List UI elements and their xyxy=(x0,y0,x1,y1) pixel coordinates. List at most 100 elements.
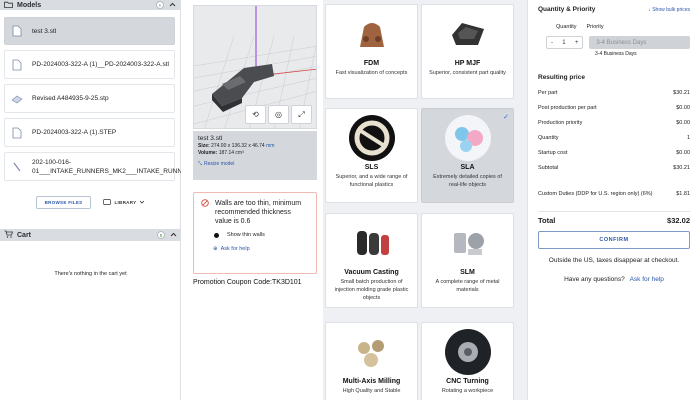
models-header-label: Models xyxy=(17,1,42,9)
model-item[interactable]: 202-100-016-01___INTAKE_RUNNERS_MK2___IN… xyxy=(4,152,214,181)
vacuum-casting-image xyxy=(349,220,395,266)
radio-dot-icon[interactable] xyxy=(214,232,219,238)
increment-button[interactable]: + xyxy=(575,40,579,46)
fdm-image xyxy=(349,11,395,57)
priority-select[interactable]: 3-4 Business Days xyxy=(589,36,690,49)
library-dropdown[interactable]: LIBRARY xyxy=(103,199,145,206)
tech-card-sla[interactable]: ✓ SLA Extremely detailed copies of real-… xyxy=(421,108,514,203)
price-row: Quantity 1 xyxy=(538,135,690,150)
tech-title: FDM xyxy=(363,60,380,67)
decrement-button[interactable]: - xyxy=(551,40,553,46)
library-label: LIBRARY xyxy=(114,200,137,205)
tech-desc: Superior, consistent part quality xyxy=(429,70,506,76)
resize-icon: ⤡ xyxy=(198,161,203,167)
price-label: Quantity xyxy=(538,135,559,141)
model-name: Revised A484935-9-25.stp xyxy=(32,95,109,102)
tech-desc: Superior, and a wide range of functional… xyxy=(335,174,408,188)
left-panel: Models + test 3.stl PD-2024003-322-A (1)… xyxy=(0,0,214,400)
quantity-priority-controls: - 1 + 3-4 Business Days xyxy=(538,36,690,49)
slm-image xyxy=(445,220,491,266)
tech-card-cnc-turning[interactable]: CNC Turning Rotating a workpiece xyxy=(421,322,514,400)
file-icon xyxy=(10,126,24,140)
price-label: Post production per part xyxy=(538,105,597,111)
tech-desc: Small batch production of injection mold… xyxy=(334,279,409,301)
show-thin-walls-option[interactable]: Show thin walls xyxy=(201,232,309,238)
cart-icon xyxy=(4,230,14,240)
models-header[interactable]: Models + xyxy=(0,0,180,10)
model-size: Size: 274.00 x 136.32 x 46.74 mm xyxy=(198,143,312,150)
tech-card-fdm[interactable]: FDM Fast visualization of concepts xyxy=(325,4,418,99)
price-label: Per part xyxy=(538,90,558,96)
resize-model-link[interactable]: ⤡ Resize model xyxy=(198,161,312,168)
model-list: test 3.stl PD-2024003-322-A (1)__PD-2024… xyxy=(4,17,214,186)
questions-text: Have any questions? xyxy=(564,276,625,283)
price-value: $0.00 xyxy=(676,150,690,156)
price-row: Per part $30.21 xyxy=(538,90,690,105)
add-model-icon[interactable]: + xyxy=(156,1,164,9)
price-row: Startup cost $0.00 xyxy=(538,150,690,165)
questions-row: Have any questions? Ask for help xyxy=(538,276,690,283)
arrow-down-icon: ↓ xyxy=(648,6,651,13)
customs-value: $1.81 xyxy=(676,191,690,197)
technology-grid: FDM Fast visualization of concepts HP MJ… xyxy=(323,0,515,400)
size-unit-dropdown[interactable]: mm xyxy=(266,143,274,149)
quantity-value[interactable]: 1 xyxy=(562,40,565,46)
model-item[interactable]: PD-2024003-322-A (1).STEP xyxy=(4,118,175,147)
file-icon xyxy=(10,58,24,72)
expand-icon[interactable]: ⤢ xyxy=(291,105,312,124)
quantity-label: Quantity xyxy=(556,24,577,30)
chevron-up-icon[interactable] xyxy=(170,232,177,239)
promotion-coupon: Promotion Coupon Code:TK3D101 xyxy=(193,279,302,286)
chevron-up-icon[interactable] xyxy=(169,2,176,9)
customs-row: Custom Duties (DDP for U.S. region only)… xyxy=(538,190,690,211)
tech-desc: High Quality and Stable xyxy=(342,388,401,394)
total-value: $32.02 xyxy=(667,216,690,225)
quantity-stepper[interactable]: - 1 + xyxy=(546,36,584,49)
tech-title: HP MJF xyxy=(454,60,481,67)
browse-row: BROWSE FILES LIBRARY xyxy=(0,196,181,209)
tech-card-slm[interactable]: SLM A complete range of metal materials xyxy=(421,213,514,308)
price-value: $30.21 xyxy=(673,165,690,171)
size-label: Size: xyxy=(198,143,210,149)
rotate-icon[interactable]: ⟲ xyxy=(245,105,266,124)
price-value: $0.00 xyxy=(676,120,690,126)
model-info: test 3.stl Size: 274.00 x 136.32 x 46.74… xyxy=(193,131,317,180)
cart-empty-text: There's nothing in the cart yet xyxy=(54,271,127,277)
price-value: $0.00 xyxy=(676,105,690,111)
price-value: $30.21 xyxy=(673,90,690,96)
thin-walls-warning: Walls are too thin, minimum recommended … xyxy=(193,192,317,274)
model-detail-panel: ⟲ ◎ ⤢ test 3.stl Size: 274.00 x 136.32 x… xyxy=(181,0,323,400)
tech-card-vacuum-casting[interactable]: Vacuum Casting Small batch production of… xyxy=(325,213,418,308)
tech-desc: Extremely detailed copies of real-life o… xyxy=(433,174,502,188)
confirm-button[interactable]: CONFIRM xyxy=(538,231,690,249)
volume-label: Volume: xyxy=(198,150,218,156)
file-icon xyxy=(10,24,24,38)
resulting-price-title: Resulting price xyxy=(538,74,585,81)
sls-image xyxy=(348,115,395,161)
model-thumbnail-icon xyxy=(10,160,24,174)
cart-header-label: Cart xyxy=(17,231,32,239)
tech-title: Multi-Axis Milling xyxy=(342,378,401,385)
tech-card-sls[interactable]: SLS Superior, and a wide range of functi… xyxy=(325,108,418,203)
quantity-priority-labels: Quantity Priority xyxy=(538,24,690,30)
price-row: Subtotal $30.21 xyxy=(538,165,690,180)
quantity-priority-title: Quantity & Priority xyxy=(538,6,596,13)
model-volume: Volume: 187.14 cm³ xyxy=(198,150,312,157)
ask-for-help-link[interactable]: Ask for help xyxy=(630,276,664,283)
tech-card-hp-mjf[interactable]: HP MJF Superior, consistent part quality xyxy=(421,4,514,99)
tech-card-multi-axis-milling[interactable]: Multi-Axis Milling High Quality and Stab… xyxy=(325,322,418,400)
ask-for-help-link[interactable]: ⊕ Ask for help xyxy=(201,246,309,252)
tech-title: Vacuum Casting xyxy=(344,269,399,276)
taxes-note: Outside the US, taxes disappear at check… xyxy=(548,257,680,264)
price-value: 1 xyxy=(686,135,690,141)
model-item[interactable]: Revised A484935-9-25.stp xyxy=(4,84,175,113)
show-bulk-prices-link[interactable]: ↓ Show bulk prices xyxy=(648,7,690,13)
volume-value: 187.14 cm³ xyxy=(218,150,244,156)
model-item[interactable]: test 3.stl xyxy=(4,17,175,45)
camera-icon[interactable]: ◎ xyxy=(268,105,289,124)
browse-files-button[interactable]: BROWSE FILES xyxy=(35,196,92,209)
model-3d-viewer[interactable]: ⟲ ◎ ⤢ xyxy=(193,5,317,129)
model-item[interactable]: PD-2024003-322-A (1)__PD-2024003-322-A.s… xyxy=(4,50,175,79)
cnc-turning-image xyxy=(444,329,491,375)
cart-header[interactable]: Cart 0 xyxy=(0,229,181,241)
